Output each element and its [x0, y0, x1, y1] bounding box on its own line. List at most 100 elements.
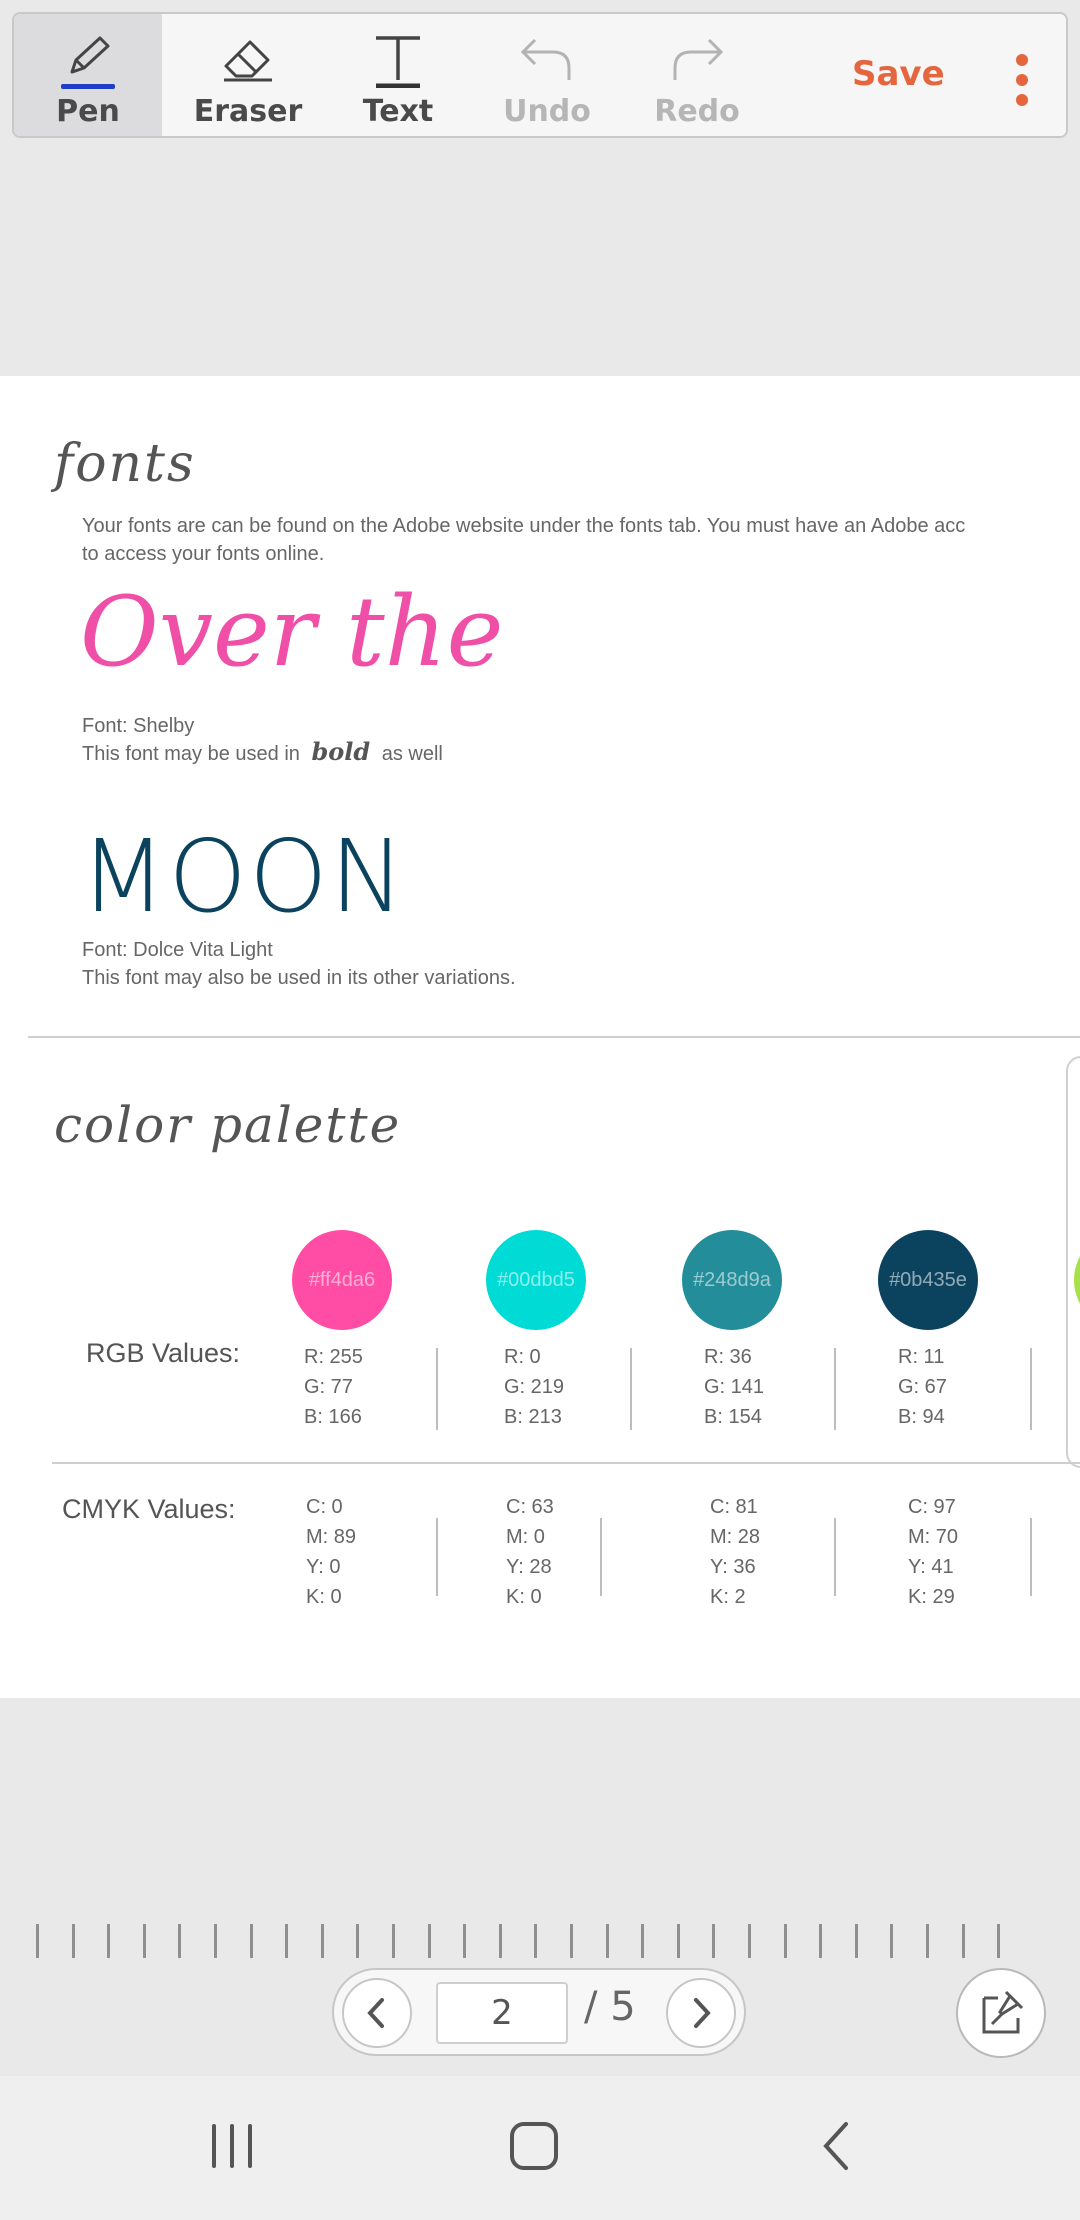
pen-color-indicator	[61, 84, 115, 89]
rgb-values-1: R: 255 G: 77 B: 166	[304, 1342, 363, 1432]
font-name-dolce-vita: Font: Dolce Vita Light	[82, 939, 273, 961]
rgb-values-3: R: 36 G: 141 B: 154	[704, 1342, 764, 1432]
font-sample-shelby: Over the	[80, 576, 504, 688]
color-swatch: #248d9a	[682, 1230, 782, 1330]
ruler-tick	[961, 1924, 965, 1958]
font-note-dolce-vita: This font may also be used in its other …	[82, 967, 516, 989]
cmyk-c: C: 81	[710, 1496, 758, 1518]
fonts-heading: fonts	[54, 434, 196, 494]
ruler-tick	[249, 1924, 253, 1958]
cmyk-values-4: C: 97 M: 70 Y: 41 K: 29	[908, 1492, 958, 1612]
cmyk-y: Y: 41	[908, 1556, 954, 1578]
rgb-values-4: R: 11 G: 67 B: 94	[898, 1342, 947, 1432]
pen-label: Pen	[56, 94, 120, 129]
cmyk-c: C: 97	[908, 1496, 956, 1518]
cmyk-m: M: 0	[506, 1526, 545, 1548]
ruler-tick	[320, 1924, 324, 1958]
cmyk-k: K: 0	[306, 1586, 342, 1608]
edit-pin-icon	[982, 1990, 1024, 2034]
ruler-tick	[71, 1924, 75, 1958]
cmyk-values-3: C: 81 M: 28 Y: 36 K: 2	[710, 1492, 760, 1612]
rgb-r: R: 255	[304, 1346, 363, 1368]
back-icon[interactable]	[808, 2116, 868, 2176]
color-swatch: #0b435e	[878, 1230, 978, 1330]
ruler-tick	[142, 1924, 146, 1958]
rgb-r: R: 0	[504, 1346, 541, 1368]
page-total: / 5	[584, 1984, 636, 2030]
recents-icon[interactable]	[202, 2116, 262, 2176]
column-separator	[834, 1348, 836, 1430]
previous-page-button[interactable]	[342, 1978, 412, 2048]
ruler-tick	[819, 1924, 823, 1958]
cmyk-values-1: C: 0 M: 89 Y: 0 K: 0	[306, 1492, 356, 1612]
drawing-toolbar: Pen Eraser Text Undo Redo Save	[12, 12, 1068, 138]
ruler-tick	[783, 1924, 787, 1958]
text-label: Text	[362, 94, 434, 129]
ruler-tick	[534, 1924, 538, 1958]
ruler-tick	[854, 1924, 858, 1958]
more-options-icon[interactable]	[1004, 54, 1040, 114]
cmyk-c: C: 0	[306, 1496, 343, 1518]
color-swatch: #00dbd5	[486, 1230, 586, 1330]
swatch-hex-label: #00dbd5	[497, 1268, 575, 1291]
ruler-tick	[641, 1924, 645, 1958]
rgb-g: G: 77	[304, 1376, 353, 1398]
color-palette-heading: color palette	[54, 1096, 402, 1154]
ruler-tick	[926, 1924, 929, 1958]
undo-icon	[520, 38, 571, 80]
cmyk-k: K: 2	[710, 1586, 746, 1608]
swatch-hex-label: #0b435e	[889, 1268, 967, 1291]
eraser-tool-button[interactable]: Eraser	[174, 14, 322, 136]
rgb-r: R: 11	[898, 1346, 945, 1368]
column-separator	[834, 1518, 836, 1596]
cmyk-k: K: 29	[908, 1586, 955, 1608]
swatch-hex-label: #ff4da6	[308, 1268, 376, 1291]
rgb-g: G: 141	[704, 1376, 765, 1398]
text-tool-button[interactable]: Text	[324, 14, 472, 136]
pen-tool-button[interactable]: Pen	[14, 14, 162, 136]
current-page-input[interactable]: 2	[436, 1982, 568, 2044]
undo-label: Undo	[503, 94, 591, 129]
rgb-b: B: 94	[898, 1406, 945, 1428]
eraser-icon	[224, 40, 272, 82]
fonts-intro-text: Your fonts are can be found on the Adobe…	[82, 515, 966, 565]
pen-icon	[70, 36, 110, 74]
rgb-b: B: 154	[704, 1406, 762, 1428]
rgb-g: G: 67	[898, 1376, 947, 1398]
rgb-g: G: 219	[504, 1376, 565, 1398]
column-separator	[436, 1518, 438, 1596]
bold-sample-word: bold	[311, 737, 371, 766]
ruler-tick	[605, 1924, 609, 1958]
font-note-suffix: as well	[381, 743, 443, 765]
column-separator	[600, 1518, 602, 1596]
cmyk-y: Y: 36	[710, 1556, 756, 1578]
ruler-tick	[890, 1924, 894, 1958]
page-navigator: 2 / 5	[332, 1968, 746, 2056]
cmyk-m: M: 70	[908, 1526, 959, 1548]
cmyk-c: C: 63	[506, 1496, 554, 1518]
rgb-r: R: 36	[704, 1346, 752, 1368]
ruler-tick	[214, 1924, 217, 1958]
page-scroll-ruler[interactable]	[36, 1924, 1001, 1960]
column-separator	[436, 1348, 438, 1430]
ruler-tick	[676, 1924, 680, 1958]
ruler-tick	[178, 1924, 182, 1958]
next-page-button[interactable]	[666, 1978, 736, 2048]
color-swatch: #ff4da6	[292, 1230, 392, 1330]
ruler-tick	[356, 1924, 360, 1958]
ruler-tick	[997, 1924, 1001, 1958]
save-button[interactable]: Save	[852, 54, 945, 94]
font-note-text: This font may be used in	[82, 743, 300, 765]
undo-button[interactable]: Undo	[472, 14, 622, 136]
ruler-tick	[36, 1924, 39, 1958]
ruler-tick	[392, 1924, 395, 1958]
document-page[interactable]: fonts Your fonts are can be found on the…	[0, 376, 1080, 1698]
edit-pin-button[interactable]	[956, 1968, 1046, 2058]
home-icon[interactable]	[504, 2116, 564, 2176]
rgb-b: B: 213	[504, 1406, 562, 1428]
redo-icon	[673, 38, 724, 80]
ruler-tick	[463, 1924, 467, 1958]
ruler-tick	[107, 1924, 111, 1958]
redo-button[interactable]: Redo	[622, 14, 772, 136]
chevron-left-icon	[367, 1998, 384, 2028]
